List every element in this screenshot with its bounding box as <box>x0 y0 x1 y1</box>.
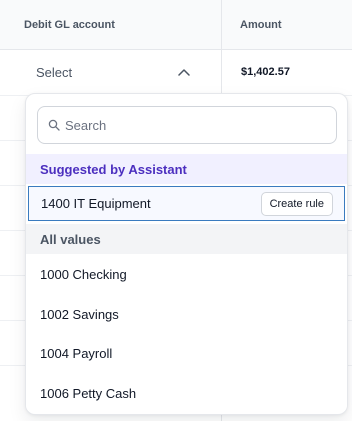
option-payroll[interactable]: 1004 Payroll <box>26 335 347 371</box>
chevron-up-icon <box>178 69 190 76</box>
amount-cell: $1,402.57 <box>241 66 290 78</box>
table-header: Debit GL account Amount <box>0 0 352 50</box>
option-checking[interactable]: 1000 Checking <box>26 256 347 292</box>
suggested-option-it-equipment[interactable]: 1400 IT Equipment Create rule <box>28 186 345 221</box>
debit-gl-account-select[interactable]: Select <box>36 50 196 94</box>
search-input[interactable] <box>65 117 315 133</box>
suggested-section-heading: Suggested by Assistant <box>26 154 347 184</box>
option-savings[interactable]: 1002 Savings <box>26 296 347 332</box>
gl-account-dropdown: Suggested by Assistant 1400 IT Equipment… <box>25 93 348 415</box>
search-icon <box>48 119 60 131</box>
select-value: Select <box>36 64 73 80</box>
search-box[interactable] <box>37 106 337 144</box>
option-petty-cash[interactable]: 1006 Petty Cash <box>26 375 347 411</box>
column-header-amount: Amount <box>240 19 282 31</box>
all-values-section-heading: All values <box>26 224 347 254</box>
create-rule-button[interactable]: Create rule <box>260 191 333 216</box>
suggested-option-label: 1400 IT Equipment <box>41 196 151 211</box>
column-header-debit-gl-account: Debit GL account <box>24 19 115 31</box>
